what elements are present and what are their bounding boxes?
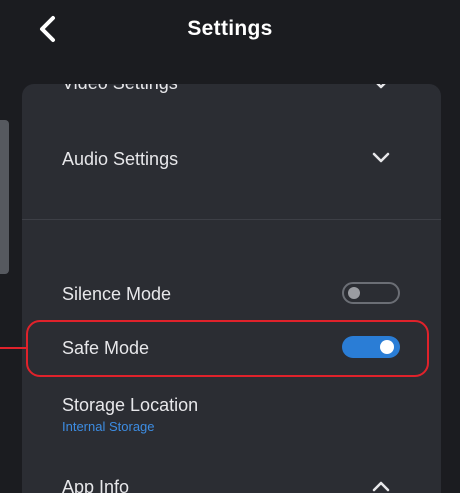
page-title: Settings [187,17,273,40]
silence-mode-toggle[interactable] [342,282,400,304]
settings-panel: Video Settings Audio Settings Silence Mo… [22,84,441,493]
toggle-knob [348,287,360,299]
annotation-pointer [0,347,28,349]
chevron-up-icon [372,481,390,492]
section-divider [22,219,441,220]
chevron-down-icon [376,84,386,89]
chevron-down-icon [372,152,390,163]
storage-location-value: Internal Storage [62,419,155,434]
audio-settings-label: Audio Settings [62,149,179,169]
app-info-label: App Info [62,477,130,493]
safe-mode-highlight [26,320,429,377]
scrollbar[interactable] [0,120,9,274]
silence-mode-label: Silence Mode [62,284,172,304]
settings-screen: Settings Video Settings Audio Settings S… [0,0,460,493]
video-settings-label: Video Settings [62,84,178,94]
storage-location-label: Storage Location [62,395,199,415]
app-header: Settings [0,0,460,62]
